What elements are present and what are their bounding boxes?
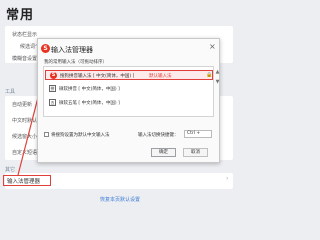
list-header: 我的常用输入法（可拖动排序） bbox=[44, 60, 107, 65]
cancel-button[interactable]: 取消 bbox=[183, 148, 208, 157]
input-method-icon: 五 bbox=[49, 99, 56, 106]
setting-label-6: 候选窗大小 bbox=[12, 134, 38, 140]
hotkey-label: 输入法切换快捷键： bbox=[138, 133, 179, 138]
ime-row-label: 搜狗拼音输入法 [ 中文(简体，中国) ] bbox=[60, 74, 135, 79]
close-icon[interactable]: × bbox=[209, 42, 216, 51]
arrow-up-icon[interactable]: ▲ bbox=[214, 69, 221, 75]
setting-label-3: 模糊音设置 bbox=[12, 56, 38, 62]
sogou-logo-icon: S bbox=[50, 72, 57, 79]
ime-manager-dialog: S 输入法管理器 × 我的常用输入法（可拖动排序） S 搜狗拼音输入法 [ 中文… bbox=[37, 38, 220, 163]
ime-row-mswubi[interactable]: 五 微软五笔 [ 中文(简体，中国) ] bbox=[45, 98, 213, 108]
page-title: 常用 bbox=[6, 8, 35, 23]
lock-icon: 🔒 bbox=[206, 72, 213, 78]
restore-defaults-link[interactable]: 恢复本页默认设置 bbox=[100, 196, 140, 203]
arrow-down-icon[interactable]: ▼ bbox=[214, 79, 221, 85]
setting-label-5: 中文时默认 bbox=[12, 118, 38, 124]
hotkey-select[interactable]: Ctrl + bbox=[184, 130, 212, 138]
setting-label-1: 状态栏显示 bbox=[12, 32, 38, 38]
setting-label-4: 自动更新 bbox=[12, 102, 33, 108]
input-method-icon: 拼 bbox=[49, 85, 56, 92]
ime-list: S 搜狗拼音输入法 [ 中文(简体，中国) ] 默认输入法 🔒 拼 微软拼音 [… bbox=[43, 66, 214, 117]
section-tools: 工具 bbox=[5, 89, 16, 95]
ime-row-sogou[interactable]: S 搜狗拼音输入法 [ 中文(简体，中国) ] 默认输入法 🔒 bbox=[45, 70, 213, 80]
ime-row-mspinyin[interactable]: 拼 微软拼音 [ 中文(简体，中国) ] bbox=[45, 84, 213, 94]
section-other: 其它 bbox=[5, 167, 16, 173]
ok-button[interactable]: 确定 bbox=[151, 148, 176, 157]
sogou-logo-icon: S bbox=[41, 44, 50, 53]
setting-label-7: 自定义短语 bbox=[12, 150, 38, 156]
dialog-title: 输入法管理器 bbox=[51, 46, 93, 54]
ime-row-label: 微软拼音 [ 中文(简体，中国) ] bbox=[59, 87, 120, 92]
set-default-checkbox[interactable] bbox=[44, 132, 49, 137]
chevron-right-icon: › bbox=[226, 175, 229, 182]
set-default-label: 将搜狗设置为默认中文输入法 bbox=[51, 133, 110, 138]
ime-row-label: 微软五笔 [ 中文(简体，中国) ] bbox=[59, 101, 120, 106]
default-ime-tag: 默认输入法 bbox=[149, 74, 172, 79]
annotation-highlight bbox=[3, 175, 51, 186]
